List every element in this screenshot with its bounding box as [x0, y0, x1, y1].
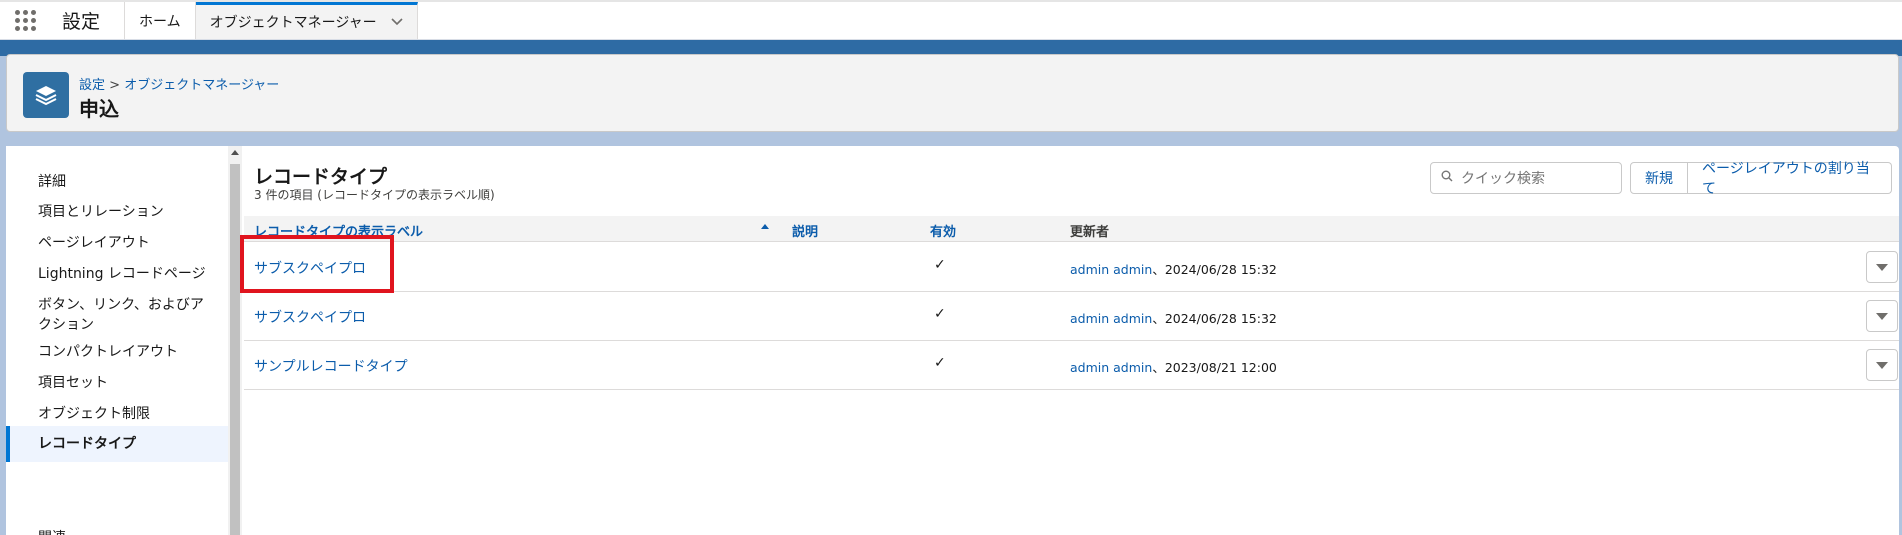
modified-by: admin admin、2023/08/21 12:00: [1070, 357, 1277, 376]
row-actions-button[interactable]: [1866, 300, 1898, 332]
checkmark-icon: ✓: [934, 257, 946, 273]
sidebar-item-compact-layouts[interactable]: コンパクトレイアウト: [6, 342, 228, 362]
modified-date: 、2023/08/21 12:00: [1152, 360, 1277, 375]
modified-date: 、2024/06/28 15:32: [1152, 311, 1277, 326]
sidebar-item-lightning-pages[interactable]: Lightning レコードページ: [6, 264, 228, 284]
row-actions-button[interactable]: [1866, 251, 1898, 283]
column-header-modified-by: 更新者: [1070, 225, 1110, 240]
app-launcher-icon[interactable]: [0, 2, 50, 39]
modified-by: admin admin、2024/06/28 15:32: [1070, 308, 1277, 327]
search-placeholder: クイック検索: [1461, 171, 1545, 187]
modified-by: admin admin、2024/06/28 15:32: [1070, 259, 1277, 278]
record-type-link[interactable]: サブスクペイプロ: [254, 307, 366, 327]
row-actions-button[interactable]: [1866, 349, 1898, 381]
chevron-down-icon: [1876, 312, 1888, 320]
checkmark-icon: ✓: [934, 355, 946, 371]
highlight-box: [240, 235, 394, 293]
app-name: 設定: [50, 2, 126, 39]
tab-object-manager[interactable]: オブジェクトマネージャー: [195, 2, 418, 39]
sidebar-item-page-layouts[interactable]: ページレイアウト: [6, 233, 228, 253]
sidebar-scrollbar[interactable]: [228, 146, 242, 535]
table-row: サブスクペイプロ ✓ admin admin、2024/06/28 15:32: [244, 292, 1899, 341]
sidebar-item-field-sets[interactable]: 項目セット: [6, 373, 228, 393]
user-link[interactable]: admin admin: [1070, 360, 1152, 375]
scrollbar-thumb[interactable]: [230, 164, 240, 535]
page-layout-assignment-button[interactable]: ページレイアウトの割り当て: [1688, 161, 1892, 197]
sidebar-item-record-types[interactable]: レコードタイプ: [6, 426, 228, 462]
sidebar-item-fields[interactable]: 項目とリレーション: [6, 202, 228, 222]
breadcrumb-object-manager-link[interactable]: オブジェクトマネージャー: [124, 78, 279, 93]
sidebar: 詳細 項目とリレーション ページレイアウト Lightning レコードページ …: [6, 146, 228, 535]
chevron-down-icon: [1876, 263, 1888, 271]
sidebar-item-buttons-links[interactable]: ボタン、リンク、およびア クション: [6, 295, 228, 335]
breadcrumb: 設定 > オブジェクトマネージャー: [79, 74, 279, 93]
sidebar-item-related[interactable]: 関連: [6, 528, 228, 535]
layers-icon: [23, 72, 69, 118]
sidebar-item-details[interactable]: 詳細: [6, 172, 228, 192]
page-header: 設定 > オブジェクトマネージャー 申込: [6, 54, 1899, 132]
tab-object-manager-label: オブジェクトマネージャー: [209, 15, 377, 31]
record-type-link[interactable]: サンプルレコードタイプ: [254, 356, 408, 376]
new-button[interactable]: 新規: [1630, 162, 1688, 194]
section-subtitle: 3 件の項目 (レコードタイプの表示ラベル順): [254, 188, 495, 202]
table-row: サブスクペイプロ ✓ admin admin、2024/06/28 15:32: [244, 243, 1899, 292]
section-title: レコードタイプ: [254, 166, 388, 188]
global-nav: 設定 ホーム オブジェクトマネージャー: [0, 0, 1902, 40]
column-header-active[interactable]: 有効: [930, 221, 956, 240]
user-link[interactable]: admin admin: [1070, 311, 1152, 326]
column-header-description[interactable]: 説明: [792, 221, 818, 240]
chevron-down-icon: [1876, 361, 1888, 369]
search-icon: [1441, 170, 1453, 186]
breadcrumb-separator: >: [109, 78, 121, 93]
main-panel: 詳細 項目とリレーション ページレイアウト Lightning レコードページ …: [6, 146, 1899, 535]
sidebar-item-label: ボタン、リンク、およびア: [38, 297, 204, 313]
scroll-up-icon[interactable]: [231, 150, 239, 155]
tab-home[interactable]: ホーム: [125, 2, 196, 39]
record-types-content: レコードタイプ 3 件の項目 (レコードタイプの表示ラベル順) クイック検索 新…: [244, 146, 1899, 535]
table-row: サンプルレコードタイプ ✓ admin admin、2023/08/21 12:…: [244, 341, 1899, 390]
user-link[interactable]: admin admin: [1070, 262, 1152, 277]
sidebar-item-object-limits[interactable]: オブジェクト制限: [6, 404, 228, 424]
quick-search-input[interactable]: クイック検索: [1430, 162, 1622, 194]
page-title: 申込: [79, 97, 119, 121]
breadcrumb-setup-link[interactable]: 設定: [79, 78, 105, 93]
chevron-down-icon[interactable]: [391, 15, 403, 30]
modified-date: 、2024/06/28 15:32: [1152, 262, 1277, 277]
table-header: レコードタイプの表示ラベル 説明 有効 更新者: [244, 216, 1899, 242]
sidebar-item-label-cont: クション: [38, 317, 94, 333]
action-buttons: 新規 ページレイアウトの割り当て: [1630, 161, 1892, 197]
sort-ascending-icon: [761, 224, 769, 229]
checkmark-icon: ✓: [934, 306, 946, 322]
